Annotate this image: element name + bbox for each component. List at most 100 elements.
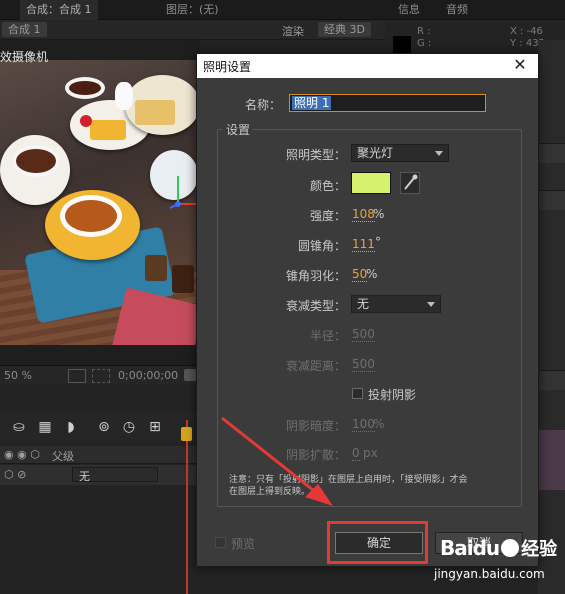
region-icon[interactable] [68, 369, 86, 383]
viewer-footer: 50 % 0;00;00;00 [0, 365, 200, 385]
render-label: 渲染 [282, 25, 304, 38]
dialog-title: 照明设置 [203, 60, 252, 74]
tab-composition[interactable]: 合成：合成 1 [20, 0, 98, 20]
right-panel-bar-3 [538, 370, 565, 390]
dessert-1 [145, 255, 167, 281]
timeline-toolbar: ⛀ ▦ ◗ ⊚ ◷ ⊞ [0, 412, 200, 442]
highlight-box [327, 521, 428, 564]
preview-checkbox[interactable] [215, 537, 226, 548]
timeline-area[interactable] [0, 486, 200, 594]
color-sample [393, 36, 411, 54]
layer-row[interactable]: ⬡ ⊘ 无 [0, 465, 200, 485]
tea-cup-left [12, 145, 60, 177]
layer-switches-icon[interactable]: ⬡ ⊘ [4, 468, 26, 481]
shadow-diffusion-label: 阴影扩散： [285, 448, 346, 462]
transparency-grid-icon[interactable] [92, 369, 110, 383]
composition-subbar: 合成 1 渲染 经典 3D [0, 20, 385, 40]
cone-angle-label: 圆锥角： [297, 239, 346, 253]
shadow-darkness-label: 阴影暗度： [285, 419, 346, 433]
viewer-camera-label: 效摄像机 [0, 50, 49, 64]
visibility-icon[interactable]: ◉ ◉ ⬡ [4, 448, 40, 461]
tea-cup-top [65, 77, 105, 99]
watermark-url: jingyan.baidu.com [434, 567, 545, 581]
baidu-logo: Baidu [440, 536, 500, 560]
bunny-figure [115, 82, 133, 110]
dessert-2 [172, 265, 194, 293]
tab-info[interactable]: 信息 [392, 0, 426, 20]
close-icon[interactable]: ✕ [510, 55, 530, 75]
strawberry [80, 115, 92, 127]
cone-angle-unit: ° [375, 235, 381, 249]
intensity-unit: % [373, 207, 385, 221]
shadow-darkness-value: 100 [352, 417, 375, 432]
shadow-darkness-unit: % [373, 417, 385, 431]
tab-audio[interactable]: 音频 [440, 0, 474, 20]
settings-group-title: 设置 [223, 121, 254, 138]
shadow-diffusion-unit: px [363, 446, 378, 460]
light-type-select[interactable]: 聚光灯 [351, 144, 449, 162]
cone-angle-value[interactable]: 111 [352, 238, 375, 252]
top-tab-bar: 合成：合成 1 图层：(无) 信息 音频 [0, 0, 565, 20]
solo-icon[interactable]: ⛀ [10, 418, 28, 436]
preview-label: 预览 [231, 537, 256, 551]
comp-chip[interactable]: 合成 1 [2, 22, 47, 37]
tab-layer[interactable]: 图层：(无) [160, 0, 225, 20]
falloff-label: 衰减类型： [285, 299, 346, 313]
light-type-value: 聚光灯 [357, 146, 394, 160]
comp-flowchart-icon[interactable]: ▦ [36, 418, 54, 436]
paw-icon [501, 539, 520, 557]
intensity-label: 强度： [309, 209, 346, 223]
light-type-label: 照明类型： [285, 148, 346, 162]
falloff-value: 无 [357, 297, 370, 311]
cone-feather-value[interactable]: 50 [352, 268, 368, 282]
shadow-note: 注意：只有「投射阴影」在图层上启用时，「接受阴影」才会 在图层上得到反映。 [229, 474, 509, 498]
shadow-diffusion-value: 0 [352, 446, 360, 461]
timeline-header: ◉ ◉ ⬡ 父级 [0, 446, 200, 464]
shadow-note-line2: 在图层上得到反映。 [229, 487, 311, 497]
color-swatch[interactable] [351, 172, 391, 194]
renderer-select[interactable]: 经典 3D [318, 22, 371, 37]
cast-shadows-label: 投射阴影 [368, 388, 417, 402]
chevron-down-icon [427, 302, 435, 307]
name-label: 名称： [244, 98, 281, 112]
intensity-value[interactable]: 108 [352, 208, 375, 222]
parent-header: 父级 [52, 450, 74, 463]
falloff-select[interactable]: 无 [351, 295, 441, 313]
baidu-watermark: Baidu 经验 [440, 535, 557, 561]
cone-feather-unit: % [366, 267, 378, 281]
motion-blur-icon[interactable]: ⊚ [95, 418, 113, 436]
info-g: G : [417, 38, 432, 49]
axis-gizmo-icon[interactable] [168, 170, 198, 210]
info-x: X : -46 [510, 26, 543, 37]
light-settings-dialog: 照明设置 ✕ 名称： 照明 1 设置 照明类型： 聚光灯 颜色： 强度： 108… [196, 53, 539, 567]
falloff-distance-value: 500 [352, 357, 375, 372]
chevron-down-icon [435, 151, 443, 156]
mango-cubes [90, 120, 126, 140]
name-value: 照明 1 [292, 96, 332, 110]
shadow-note-line1: 注意：只有「投射阴影」在图层上启用时，「接受阴影」才会 [229, 475, 468, 485]
draft3d-icon[interactable]: ◗ [62, 418, 80, 436]
playhead-handle[interactable] [181, 427, 192, 441]
falloff-distance-label: 衰减距离： [285, 359, 346, 373]
timecode[interactable]: 0;00;00;00 [118, 369, 178, 383]
right-panel-bar-2 [538, 190, 565, 210]
name-input[interactable]: 照明 1 [289, 94, 486, 112]
zoom-level[interactable]: 50 % [4, 369, 32, 383]
right-panel-bar-1 [538, 143, 565, 163]
info-r: R : [417, 26, 431, 37]
eyedropper-icon[interactable] [400, 172, 420, 194]
color-label: 颜色： [309, 179, 346, 193]
cake-slice [135, 100, 175, 125]
radius-value: 500 [352, 327, 375, 342]
watermark-text: 经验 [521, 539, 558, 560]
track-segment [538, 430, 565, 490]
parent-select[interactable]: 无 [72, 467, 158, 483]
cone-feather-label: 锥角羽化： [285, 269, 346, 283]
stopwatch-icon[interactable]: ◷ [120, 418, 138, 436]
dialog-titlebar[interactable]: 照明设置 ✕ [197, 54, 538, 78]
graph-editor-icon[interactable]: ⊞ [146, 418, 164, 436]
cast-shadows-checkbox[interactable] [352, 388, 363, 399]
playhead-line [186, 420, 188, 594]
right-side-panel [538, 40, 565, 594]
tea-cup-center [60, 195, 122, 237]
